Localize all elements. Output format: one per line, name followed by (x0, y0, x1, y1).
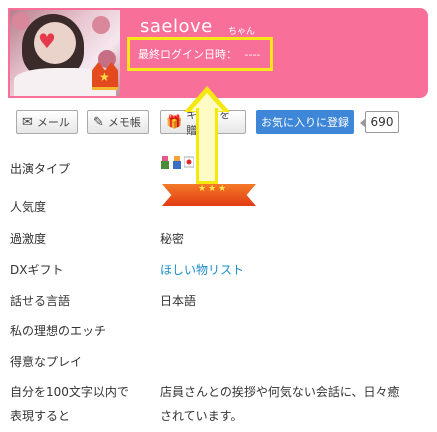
detail-label-dx-gift: DXギフト (10, 263, 64, 277)
detail-value-extremity: 秘密 (160, 232, 185, 246)
flower-decoration (92, 16, 110, 34)
wishlist-link[interactable]: ほしい物リスト (160, 261, 244, 278)
memo-button-label: メモ帳 (107, 116, 141, 129)
last-login-label: 最終ログイン日時： (138, 48, 237, 61)
star-icon: ★ (99, 70, 110, 84)
detail-label-extremity: 過激度 (10, 232, 47, 246)
detail-value-self-intro: 店員さんとの挨拶や何気ない会話に、日々癒 (160, 385, 400, 399)
detail-label-self-intro: 自分を100文字以内で (10, 385, 129, 399)
japan-flag-icon (184, 156, 194, 168)
detail-label-popularity: 人気度 (10, 200, 47, 214)
profile-name: saelove (140, 16, 213, 37)
detail-label-ideal: 私の理想のエッチ (10, 324, 107, 338)
character-icon (173, 156, 181, 169)
last-login-value: ---- (244, 48, 261, 61)
detail-label-self-intro-cont: 表現すると (10, 409, 71, 423)
detail-value-languages: 日本語 (160, 294, 197, 308)
memo-button[interactable]: ✎ メモ帳 (87, 110, 149, 134)
mail-button[interactable]: ✉ メール (16, 110, 78, 134)
highlight-arrow-shaft (196, 108, 218, 184)
favorite-count: 690 (360, 111, 399, 133)
ribbon-stars-icon: ★★★ (198, 184, 229, 194)
detail-value-self-intro-cont: されています。 (160, 409, 243, 423)
appearance-type-icons (160, 156, 194, 169)
mail-icon: ✉ (22, 114, 33, 130)
character-icon (161, 156, 169, 169)
detail-label-languages: 話せる言語 (10, 294, 71, 308)
favorite-button[interactable]: お気に入りに登録 (256, 110, 354, 134)
profile-name-suffix: ちゃん (228, 27, 256, 37)
last-login: 最終ログイン日時： ---- (138, 46, 260, 62)
mail-button-label: メール (36, 116, 70, 129)
detail-label-appearance-type: 出演タイプ (10, 162, 71, 176)
heart-icon: ♥ (38, 29, 56, 53)
memo-edit-icon: ✎ (93, 114, 104, 130)
detail-label-specialty: 得意なプレイ (10, 355, 83, 369)
gift-icon: 🎁 (166, 114, 183, 130)
